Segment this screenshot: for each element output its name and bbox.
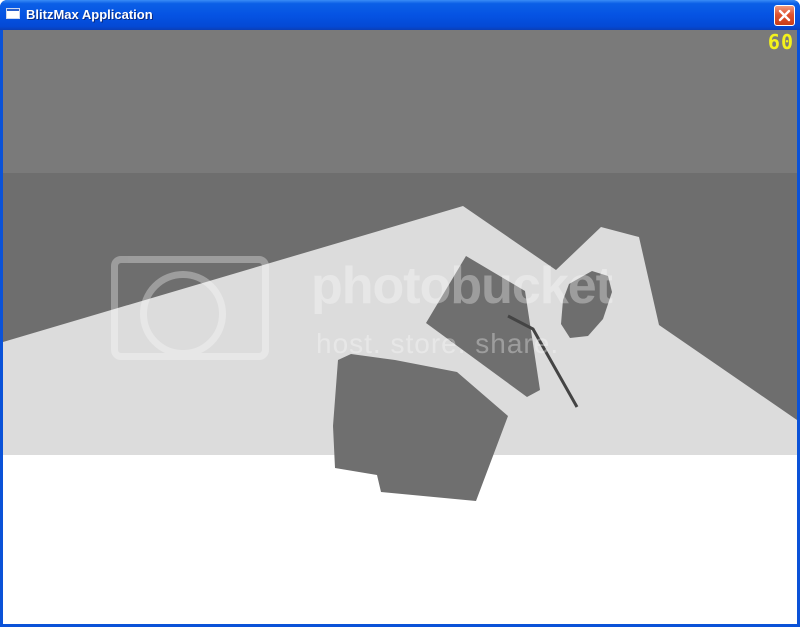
- fps-counter: 60: [767, 30, 794, 54]
- window-title: BlitzMax Application: [26, 7, 153, 22]
- title-bar[interactable]: BlitzMax Application: [0, 0, 800, 30]
- game-scene: [3, 30, 797, 624]
- close-icon: [778, 9, 791, 22]
- sky-upper-band: [3, 30, 797, 173]
- game-canvas[interactable]: photobucket host. store. share. 60: [3, 30, 797, 624]
- close-button[interactable]: [774, 5, 795, 26]
- application-window: BlitzMax Application photobucket host. s…: [0, 0, 800, 627]
- app-window-icon: [6, 8, 20, 19]
